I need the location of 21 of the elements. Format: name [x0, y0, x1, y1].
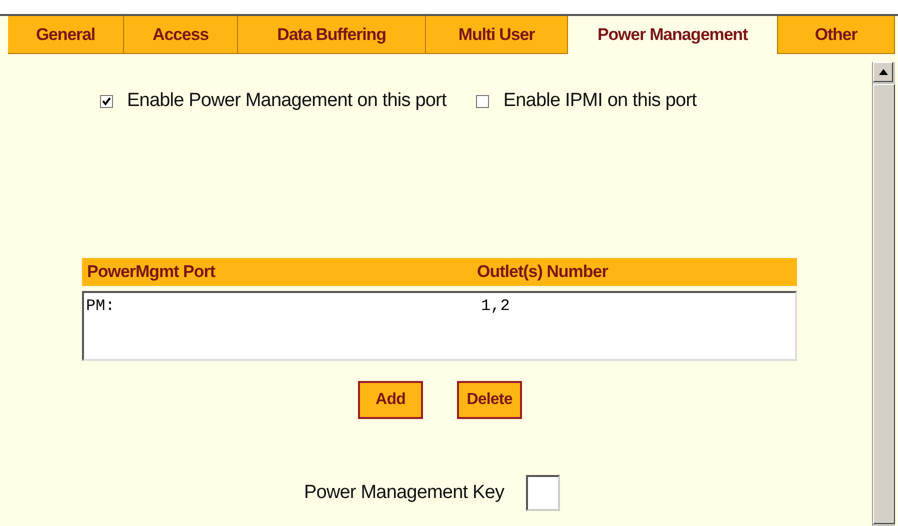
checkbox-label: Enable IPMI on this port [503, 90, 697, 112]
tab[interactable]: Data Buffering [238, 16, 426, 54]
tab[interactable]: Access [124, 16, 238, 54]
tab[interactable]: General [8, 16, 124, 54]
outlet-list[interactable]: PM: 1,2 [82, 291, 797, 361]
scrollbar[interactable] [872, 62, 895, 526]
action-button[interactable]: Delete [457, 381, 522, 419]
column-header: Outlet(s) Number [477, 262, 610, 282]
checkbox[interactable] [476, 94, 490, 108]
checkbox[interactable] [100, 94, 113, 108]
column-header: PowerMgmt Port [87, 262, 216, 282]
action-button[interactable]: Add [358, 381, 423, 419]
list-cell[interactable]: PM: [86, 297, 481, 315]
tab[interactable]: Multi User [426, 16, 568, 54]
checkbox-label: Enable Power Management on this port [127, 90, 446, 112]
field-label: Power Management Key [304, 482, 504, 504]
tab[interactable]: Other [778, 16, 895, 54]
input-field[interactable] [526, 475, 560, 511]
scroll-up-button[interactable] [873, 62, 893, 82]
list-cell[interactable]: 1,2 [481, 297, 793, 315]
up-arrow-icon [878, 69, 888, 75]
